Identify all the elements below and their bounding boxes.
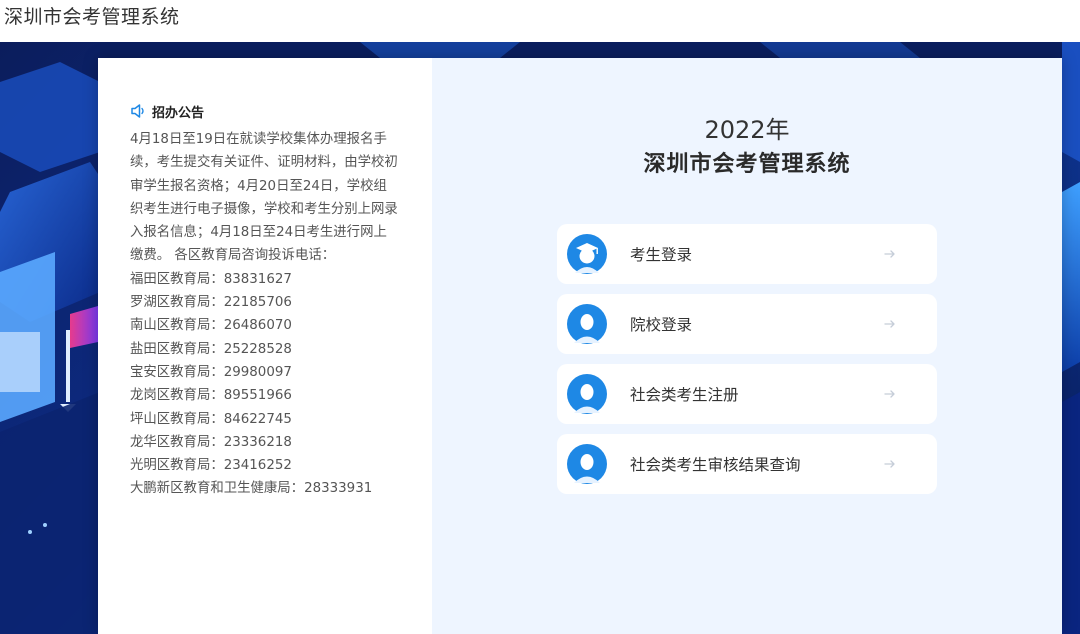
person-avatar-icon (567, 304, 607, 344)
notice-panel: 招办公告 4月18日至19日在就读学校集体办理报名手续，考生提交有关证件、证明材… (98, 58, 432, 634)
social-register-label: 社会类考生注册 (630, 386, 739, 404)
site-title: 深圳市会考管理系统 (4, 6, 180, 28)
student-login-label: 考生登录 (630, 246, 693, 264)
phone-line: 大鹏新区教育和卫生健康局：28333931 (130, 481, 373, 497)
student-login-button[interactable]: 考生登录 (557, 224, 937, 284)
system-year: 2022年 (704, 116, 790, 144)
phone-line: 盐田区教育局：25228528 (130, 341, 292, 357)
phone-line: 宝安区教育局：29980097 (130, 364, 292, 380)
social-register-button[interactable]: 社会类考生注册 (557, 364, 937, 424)
phone-line: 光明区教育局：23416252 (130, 458, 292, 474)
arrow-right-icon (884, 250, 895, 258)
phone-line: 龙华区教育局：23336218 (130, 434, 292, 450)
top-bar: 深圳市会考管理系统 (0, 0, 1080, 42)
notice-title: 招办公告 (152, 105, 205, 121)
review-result-query-button[interactable]: 社会类考生审核结果查询 (557, 434, 937, 494)
phone-line: 罗湖区教育局：22185706 (130, 295, 292, 311)
login-options: 考生登录 院校登录 社会类考生注册 社会类考生审核结果查询 (557, 224, 937, 504)
notice-body: 4月18日至19日在就读学校集体办理报名手续，考生提交有关证件、证明材料，由学校… (130, 128, 400, 501)
review-result-query-label: 社会类考生审核结果查询 (630, 456, 801, 474)
school-login-button[interactable]: 院校登录 (557, 294, 937, 354)
speaker-icon (131, 104, 144, 118)
person-avatar-icon (567, 444, 607, 484)
person-avatar-icon (567, 374, 607, 414)
phone-line: 南山区教育局：26486070 (130, 318, 292, 334)
notice-header: 招办公告 (130, 100, 432, 122)
login-panel: 2022年 深圳市会考管理系统 考生登录 院校登录 社会类考生注册 社会类考生审… (432, 58, 1062, 634)
phone-line: 龙岗区教育局：89551966 (130, 388, 292, 404)
phone-line: 坪山区教育局：84622745 (130, 411, 292, 427)
arrow-right-icon (884, 460, 895, 468)
arrow-right-icon (884, 320, 895, 328)
phone-line: 福田区教育局：83831627 (130, 271, 292, 287)
arrow-right-icon (884, 390, 895, 398)
notice-intro: 4月18日至19日在就读学校集体办理报名手续，考生提交有关证件、证明材料，由学校… (130, 132, 398, 264)
graduate-avatar-icon (567, 234, 607, 274)
school-login-label: 院校登录 (630, 316, 693, 334)
system-title: 深圳市会考管理系统 (643, 152, 851, 177)
main-card: 招办公告 4月18日至19日在就读学校集体办理报名手续，考生提交有关证件、证明材… (98, 58, 1062, 634)
